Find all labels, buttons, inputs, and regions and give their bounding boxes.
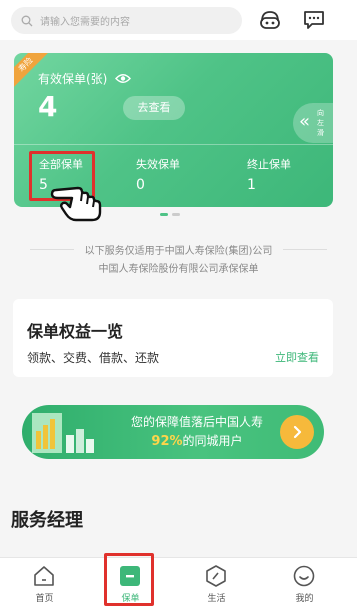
benefits-title: 保单权益一览 (27, 322, 124, 341)
tab-label: 我的 (295, 594, 314, 604)
coverage-comparison-banner[interactable]: 您的保障值落后中国人寿 92%的同城用户 (22, 405, 324, 459)
tab-label: 首页 (35, 594, 54, 604)
search-bar[interactable]: 请输入您需要的内容 (11, 7, 242, 34)
stat-lapsed-policies[interactable]: 失效保单 0 (136, 156, 180, 193)
pointing-hand-icon (50, 186, 102, 222)
bar-chart-illustration-icon (32, 413, 94, 453)
search-placeholder: 请输入您需要的内容 (40, 17, 130, 28)
life-icon (206, 565, 226, 587)
search-icon (21, 15, 33, 26)
profile-icon (293, 565, 315, 587)
stat-value: 1 (247, 177, 256, 193)
card-divider (14, 144, 333, 145)
policy-benefits-card[interactable]: 保单权益一览 领款、交费、借款、还款 立即查看 (13, 299, 333, 377)
view-policies-button[interactable]: 去查看 (123, 96, 185, 120)
stat-label: 终止保单 (247, 158, 291, 171)
highlight-box-policy-tab (104, 553, 154, 606)
tab-home[interactable]: 首页 (0, 558, 89, 607)
bottom-tab-bar: 首页 保单 生活 我的 (0, 557, 357, 607)
swipe-left-hint[interactable]: « 向左滑 (293, 103, 333, 143)
tab-profile[interactable]: 我的 (260, 558, 349, 607)
valid-policy-count: 4 (38, 90, 58, 123)
banner-line2: 92%的同城用户 (102, 432, 292, 449)
stat-terminated-policies[interactable]: 终止保单 1 (247, 156, 291, 193)
chevron-right-icon (293, 425, 302, 439)
service-notice-line2: 中国人寿保险股份有限公司承保保单 (98, 264, 259, 275)
valid-policy-label-row: 有效保单(张) (38, 70, 132, 87)
home-icon (34, 566, 54, 586)
pager-dot-active (160, 213, 168, 216)
banner-percent: 92% (151, 434, 183, 449)
banner-line2-suffix: 的同城用户 (182, 434, 243, 448)
double-chevron-left-icon: « (299, 111, 311, 132)
stat-value: 0 (136, 177, 145, 193)
benefits-items: 领款、交费、借款、还款 (27, 351, 160, 365)
service-manager-title: 服务经理 (11, 510, 83, 531)
message-icon[interactable] (300, 6, 328, 34)
service-notice-line1: 以下服务仅适用于中国人寿保险(集团)公司 (84, 246, 273, 257)
top-bar: 请输入您需要的内容 (0, 0, 357, 40)
card-pager (160, 213, 180, 216)
pager-dot (172, 213, 180, 216)
robot-service-icon[interactable] (256, 6, 284, 34)
tab-label: 生活 (207, 594, 226, 604)
swipe-hint-text: 向左滑 (317, 109, 324, 137)
banner-line1: 您的保障值落后中国人寿 (130, 415, 263, 429)
eye-icon[interactable] (115, 73, 132, 84)
tab-life[interactable]: 生活 (172, 558, 261, 607)
view-now-link[interactable]: 立即查看 (275, 349, 319, 365)
banner-go-button[interactable] (280, 415, 314, 449)
valid-policy-label: 有效保单(张) (38, 72, 108, 86)
stat-label: 失效保单 (136, 158, 180, 171)
